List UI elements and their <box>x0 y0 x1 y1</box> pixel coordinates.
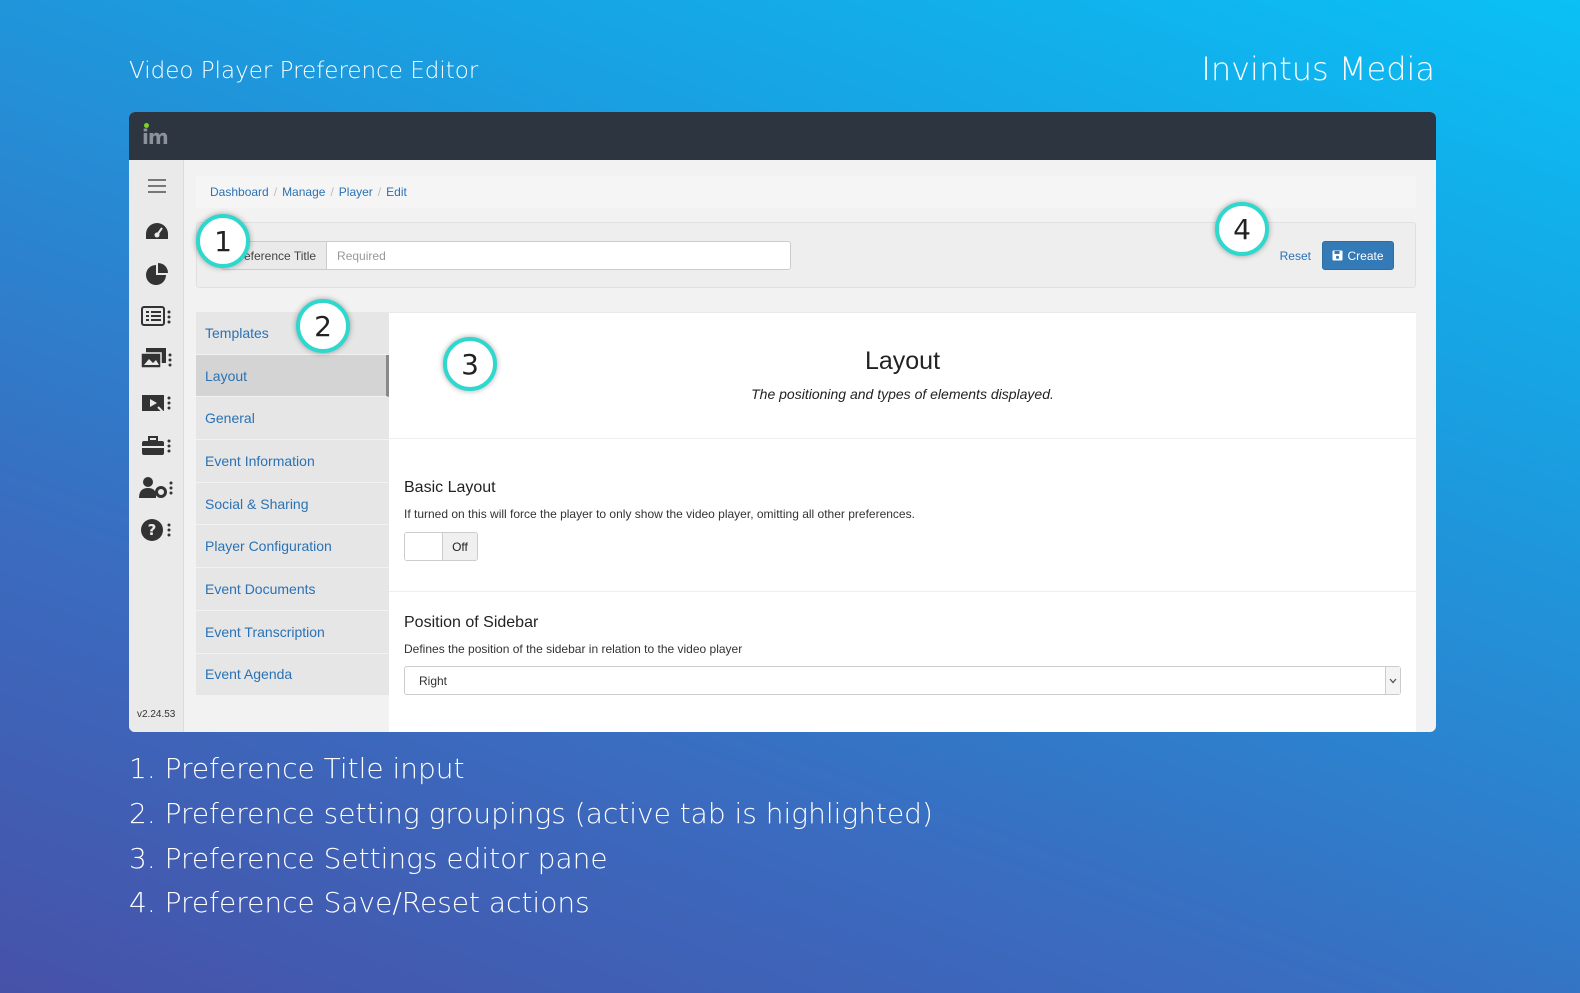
callout-3: 3 <box>443 337 497 391</box>
preference-title-group: Preference Title <box>221 241 792 270</box>
svg-text:?: ? <box>148 521 157 539</box>
preference-title-input[interactable] <box>326 241 792 270</box>
preference-groups-nav: Templates Layout General Event Informati… <box>196 312 389 697</box>
top-navbar: im <box>129 112 1436 160</box>
list-icon[interactable] <box>139 303 175 331</box>
pane-subtitle: The positioning and types of elements di… <box>751 386 1054 402</box>
icon-rail: ? v2.24.53 <box>129 160 184 732</box>
tab-event-documents[interactable]: Event Documents <box>196 568 389 611</box>
sidebar-position-title: Position of Sidebar <box>404 614 539 631</box>
help-icon[interactable]: ? <box>139 516 175 544</box>
breadcrumb-separator: / <box>377 185 382 199</box>
dashboard-gauge-icon[interactable] <box>139 217 175 245</box>
basic-layout-section: Basic Layout If turned on this will forc… <box>389 439 1416 592</box>
breadcrumb-separator: / <box>273 185 278 199</box>
sidebar-position-value: Right <box>419 673 448 688</box>
create-button[interactable]: Create <box>1322 241 1394 270</box>
media-library-icon[interactable] <box>139 345 175 373</box>
legend-item: 2. Preference setting groupings (active … <box>129 796 933 830</box>
tab-social-sharing[interactable]: Social & Sharing <box>196 482 389 526</box>
settings-editor-pane: Layout The positioning and types of elem… <box>389 312 1416 732</box>
legend: 1. Preference Title input 2. Preference … <box>129 752 933 931</box>
logo-text: im <box>142 125 169 149</box>
callout-4: 4 <box>1215 202 1269 256</box>
toolbox-icon[interactable] <box>139 432 175 460</box>
page-title: Video Player Preference Editor <box>129 58 479 84</box>
toggle-state-label: Off <box>443 533 477 560</box>
breadcrumb-manage[interactable]: Manage <box>282 185 325 199</box>
tab-event-agenda[interactable]: Event Agenda <box>196 653 389 697</box>
breadcrumb-edit[interactable]: Edit <box>386 185 407 199</box>
sidebar-position-select[interactable]: Right <box>404 666 1401 695</box>
legend-item: 4. Preference Save/Reset actions <box>129 886 590 920</box>
breadcrumb-dashboard[interactable]: Dashboard <box>210 185 269 199</box>
callout-1: 1 <box>196 214 250 268</box>
brand-name: Invintus Media <box>1201 50 1435 88</box>
tab-player-configuration[interactable]: Player Configuration <box>196 525 389 569</box>
basic-layout-title: Basic Layout <box>404 479 496 496</box>
tab-layout[interactable]: Layout <box>196 354 389 398</box>
save-icon <box>1332 250 1343 261</box>
pie-chart-icon[interactable] <box>139 260 175 288</box>
video-publish-icon[interactable] <box>139 390 175 418</box>
legend-item: 1. Preference Title input <box>129 752 465 785</box>
toggle-knob <box>405 533 443 560</box>
pane-title: Layout <box>864 347 941 375</box>
sidebar-position-section: Position of Sidebar Defines the position… <box>389 592 1416 695</box>
pane-header: Layout The positioning and types of elem… <box>389 313 1416 439</box>
sidebar-position-description: Defines the position of the sidebar in r… <box>404 642 743 656</box>
breadcrumb-separator: / <box>330 185 334 199</box>
tab-event-information[interactable]: Event Information <box>196 440 389 483</box>
callout-2: 2 <box>296 299 350 353</box>
create-button-label: Create <box>1347 248 1384 263</box>
reset-button[interactable]: Reset <box>1280 249 1311 263</box>
logo[interactable]: im <box>142 123 174 149</box>
version-label: v2.24.53 <box>137 709 176 720</box>
tab-general[interactable]: General <box>196 397 389 441</box>
chevron-down-icon <box>1385 667 1400 694</box>
breadcrumb-player[interactable]: Player <box>339 185 373 199</box>
tab-templates[interactable]: Templates <box>196 312 389 355</box>
user-settings-icon[interactable] <box>139 474 175 502</box>
menu-icon[interactable] <box>139 172 175 200</box>
basic-layout-description: If turned on this will force the player … <box>404 507 915 521</box>
basic-layout-toggle[interactable]: Off <box>404 532 478 561</box>
tab-event-transcription[interactable]: Event Transcription <box>196 610 389 654</box>
legend-item: 3. Preference Settings editor pane <box>129 841 608 875</box>
